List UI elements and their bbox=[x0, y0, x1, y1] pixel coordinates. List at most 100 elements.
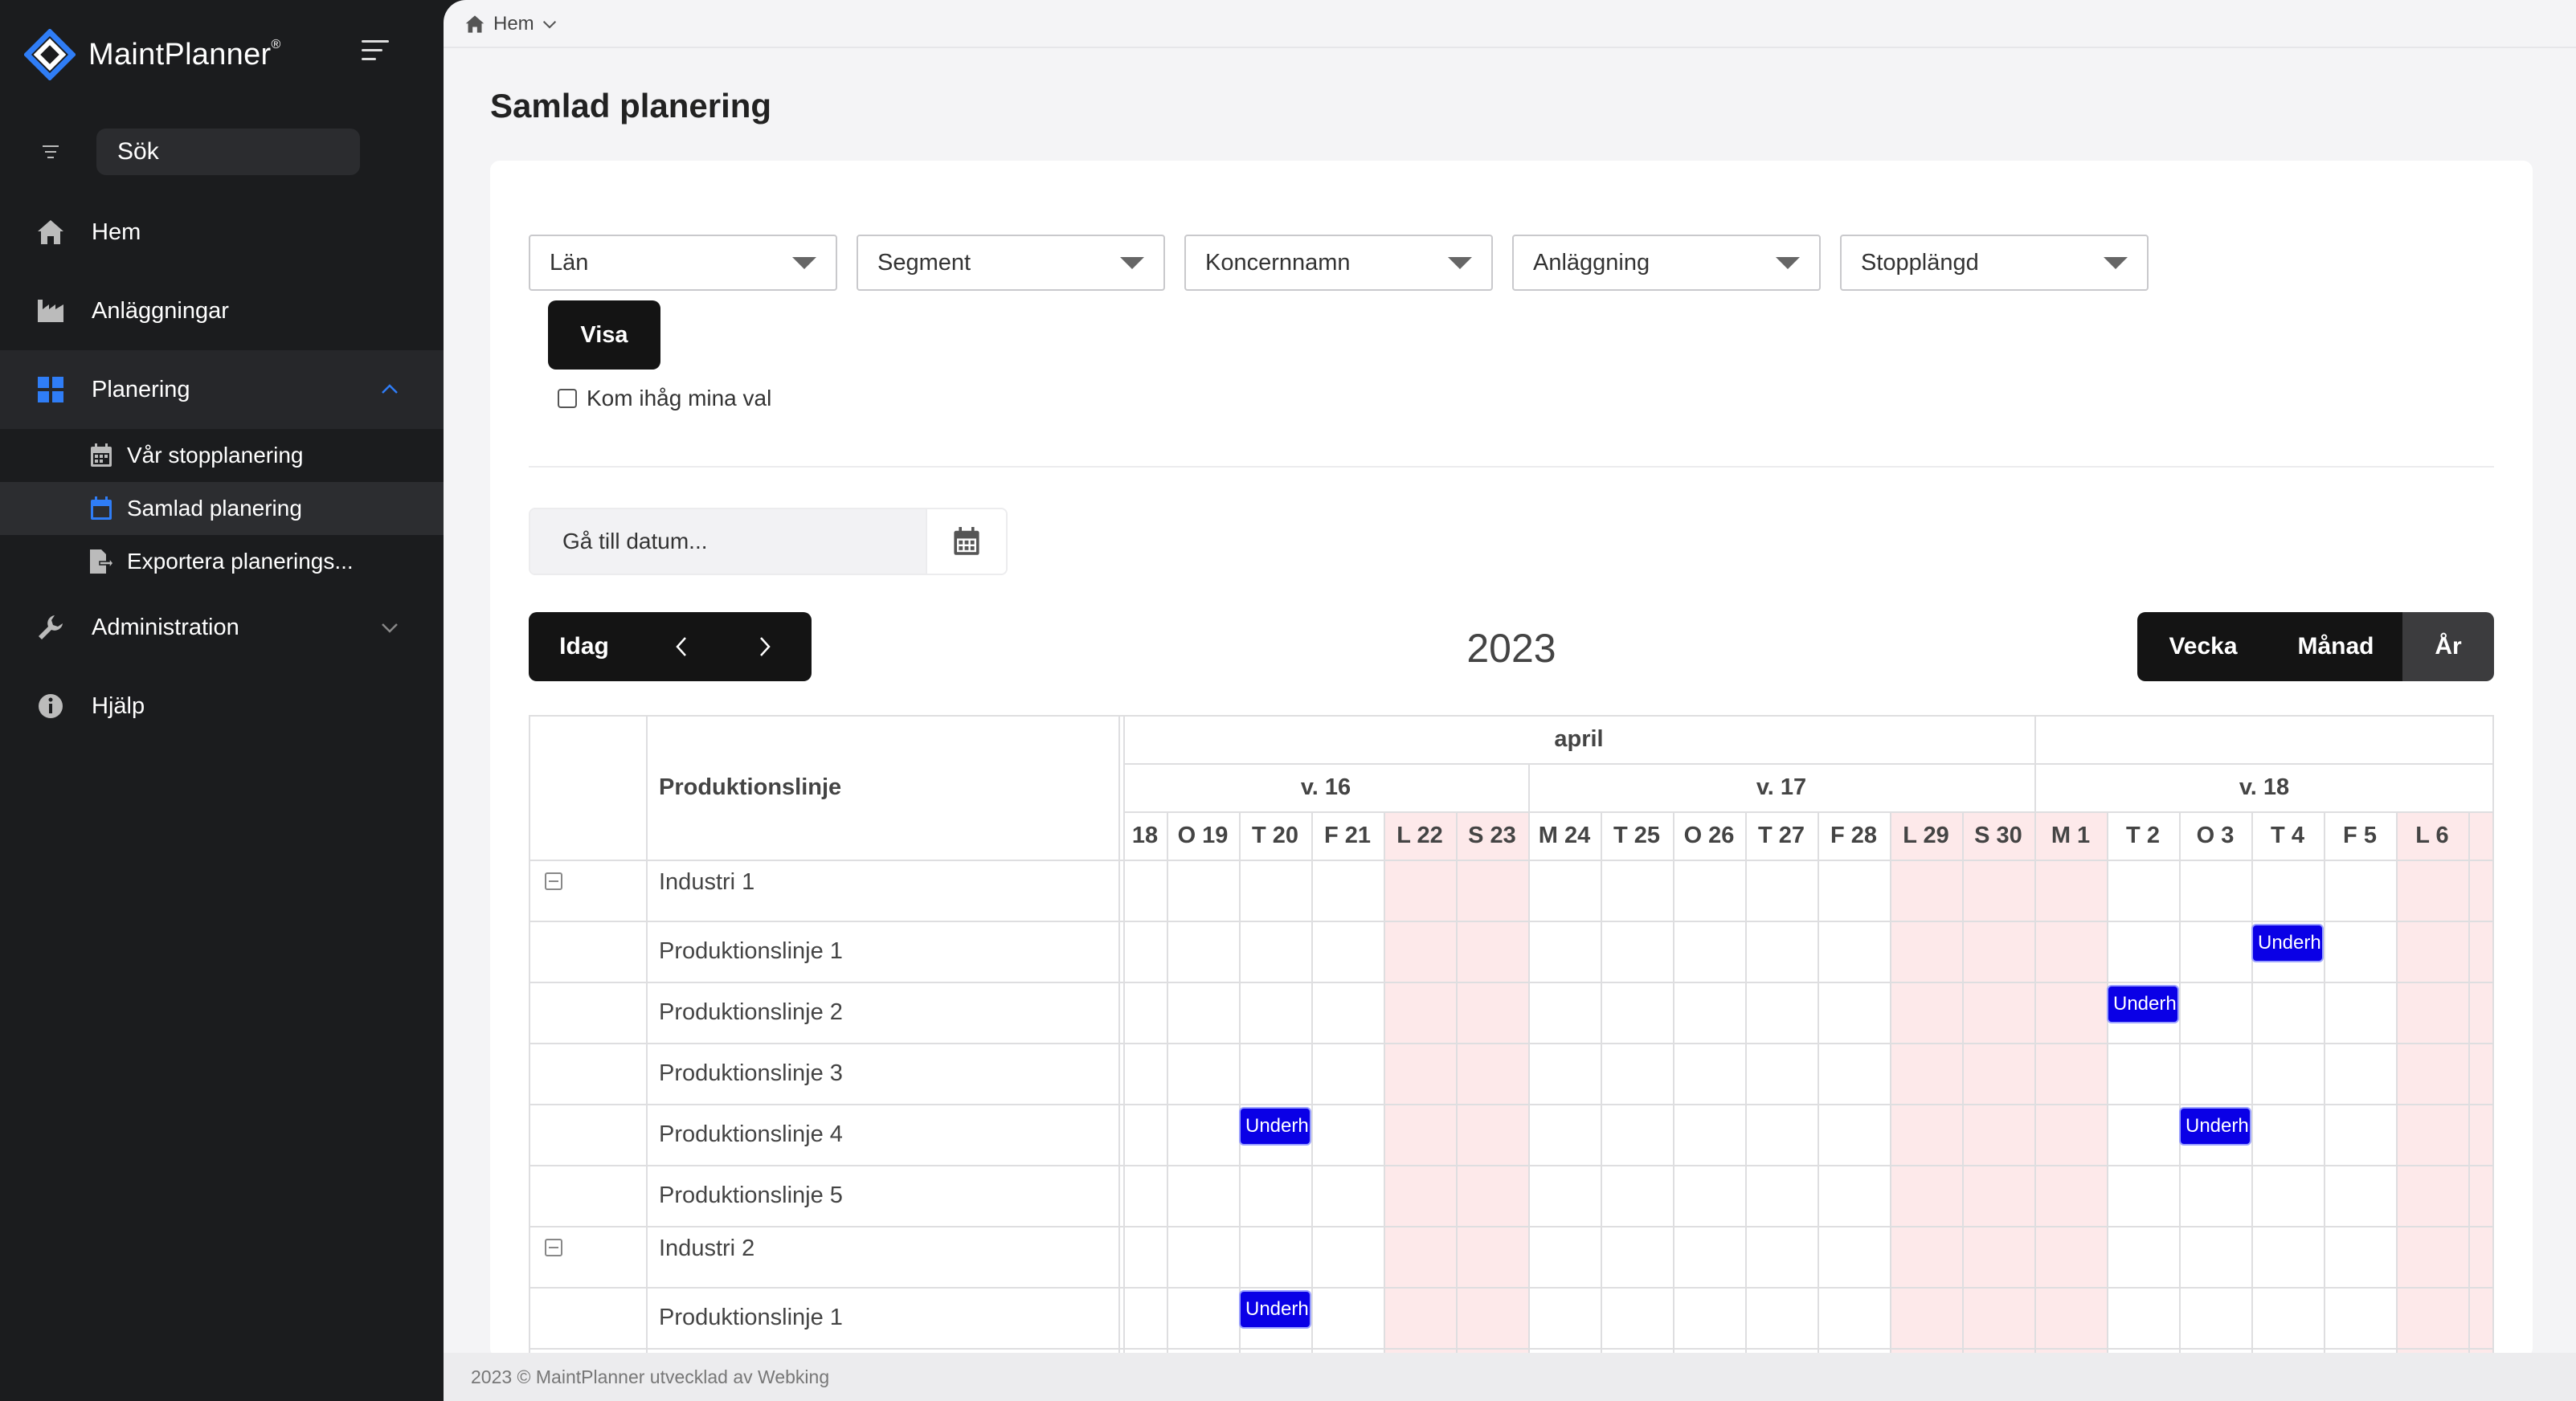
sidebar-item-planering[interactable]: Planering bbox=[0, 350, 444, 429]
weekend-column bbox=[2396, 811, 2468, 1358]
segment-select[interactable]: Segment bbox=[857, 235, 1165, 291]
event-block[interactable]: Underh bbox=[1241, 1109, 1310, 1144]
grid-line bbox=[646, 715, 648, 1358]
event-block[interactable]: Underh bbox=[2108, 986, 2177, 1022]
calendar-icon bbox=[954, 527, 979, 555]
day-label: O 19 bbox=[1177, 823, 1229, 848]
view-week-button[interactable]: Vecka bbox=[2137, 612, 2269, 681]
day-label: T 25 bbox=[1613, 823, 1661, 848]
grid-line bbox=[2107, 811, 2108, 1358]
group-row-label: Industri 2 bbox=[659, 1236, 755, 1261]
day-label: F 28 bbox=[1830, 823, 1878, 848]
day-label: O 26 bbox=[1683, 823, 1735, 848]
weekend-column bbox=[1384, 811, 1456, 1358]
remember-choices[interactable]: Kom ihåg mina val bbox=[558, 386, 771, 411]
brand[interactable]: MaintPlanner® bbox=[24, 29, 281, 80]
remember-checkbox[interactable] bbox=[558, 389, 577, 408]
week-label: v. 18 bbox=[2239, 774, 2290, 800]
day-label: L 29 bbox=[1903, 823, 1949, 848]
sidebar-subitem-label: Exportera planerings... bbox=[127, 549, 354, 574]
anlaggning-select[interactable]: Anläggning bbox=[1512, 235, 1821, 291]
chevron-up-icon bbox=[382, 384, 398, 394]
sidebar-item-label: Hem bbox=[92, 219, 141, 245]
sidebar-item-anlaggningar[interactable]: Anläggningar bbox=[0, 272, 444, 350]
search-input[interactable] bbox=[96, 129, 360, 175]
brand-name: MaintPlanner® bbox=[88, 37, 281, 71]
day-label: S 23 bbox=[1468, 823, 1516, 848]
grid-line bbox=[529, 715, 2494, 717]
sidebar-toggle-icon[interactable] bbox=[362, 40, 394, 69]
event-block[interactable]: Underh bbox=[2253, 925, 2322, 961]
collapse-icon[interactable] bbox=[545, 872, 562, 890]
visa-button[interactable]: Visa bbox=[548, 300, 660, 370]
grid-line bbox=[1167, 811, 1168, 1358]
lan-select[interactable]: Län bbox=[529, 235, 837, 291]
event-block[interactable]: Underh bbox=[2181, 1109, 2250, 1144]
event-block[interactable]: Underh bbox=[1241, 1292, 1310, 1327]
select-label: Segment bbox=[877, 249, 971, 276]
sidebar-subitem-exportera[interactable]: Exportera planerings... bbox=[0, 535, 444, 588]
calendar-icon bbox=[88, 496, 114, 521]
koncernnamn-select[interactable]: Koncernnamn bbox=[1184, 235, 1493, 291]
calendar-button[interactable] bbox=[926, 509, 1006, 574]
sidebar-subitem-samlad-planering[interactable]: Samlad planering bbox=[0, 482, 444, 535]
schedule-grid: v. 16 v. 17 v. 18 april 18 O 19 T 20 F 21 L 22 S … bbox=[529, 715, 2494, 1358]
sidebar-item-label: Hjälp bbox=[92, 692, 145, 719]
caret-down-icon bbox=[1448, 256, 1472, 269]
view-month-button[interactable]: Månad bbox=[2269, 612, 2402, 681]
row-label: Produktionslinje 1 bbox=[659, 1305, 843, 1330]
sidebar: MaintPlanner® Hem Anläggningar Planering bbox=[0, 0, 444, 1401]
chevron-down-icon bbox=[542, 21, 556, 29]
day-label: L 22 bbox=[1396, 823, 1443, 848]
breadcrumb-divider bbox=[444, 47, 2576, 48]
breadcrumb-label: Hem bbox=[493, 13, 534, 35]
row-label: Produktionslinje 5 bbox=[659, 1182, 843, 1208]
select-label: Koncernnamn bbox=[1205, 249, 1351, 276]
day-label: M 24 bbox=[1538, 823, 1591, 848]
filter-icon[interactable] bbox=[39, 140, 63, 164]
sidebar-subitem-label: Vår stopplanering bbox=[127, 443, 304, 468]
sidebar-item-hjalp[interactable]: Hjälp bbox=[0, 667, 444, 745]
grid-line bbox=[529, 921, 2494, 922]
day-label: S bbox=[2468, 823, 2494, 849]
grid-line bbox=[2492, 715, 2494, 1358]
grid-line bbox=[2179, 811, 2181, 1358]
row-label: Produktionslinje 2 bbox=[659, 999, 843, 1025]
sidebar-item-administration[interactable]: Administration bbox=[0, 588, 444, 667]
stopplangd-select[interactable]: Stopplängd bbox=[1840, 235, 2149, 291]
grid-line bbox=[2251, 811, 2253, 1358]
goto-date-input[interactable] bbox=[530, 509, 926, 574]
grid-line bbox=[529, 1287, 2494, 1289]
sidebar-item-hem[interactable]: Hem bbox=[0, 193, 444, 272]
grid-line bbox=[529, 1348, 2494, 1350]
breadcrumb[interactable]: Hem bbox=[464, 10, 557, 39]
grid-line bbox=[529, 1104, 2494, 1105]
row-label: Produktionslinje 3 bbox=[659, 1060, 843, 1086]
section-divider bbox=[529, 466, 2494, 468]
day-label: L 6 bbox=[2415, 823, 2449, 848]
sidebar-item-label: Anläggningar bbox=[92, 297, 229, 324]
home-icon bbox=[465, 15, 485, 33]
day-label: T 27 bbox=[1757, 823, 1805, 848]
grid-line bbox=[529, 860, 2494, 861]
planning-card: Län Segment Koncernnamn Anläggning Stopp… bbox=[490, 161, 2533, 1358]
day-label: S 30 bbox=[1974, 823, 2022, 848]
grid-line bbox=[1745, 811, 1747, 1358]
collapse-icon[interactable] bbox=[545, 1239, 562, 1256]
view-year-button[interactable]: År bbox=[2402, 612, 2494, 681]
wrench-icon bbox=[35, 612, 66, 643]
chevron-down-icon bbox=[382, 623, 398, 633]
grid-line bbox=[1123, 763, 2494, 765]
sidebar-item-label: Administration bbox=[92, 614, 239, 640]
grid-line bbox=[1118, 715, 1120, 1358]
grid-line bbox=[1673, 811, 1674, 1358]
view-switcher: Vecka Månad År bbox=[2137, 612, 2494, 681]
grid-line bbox=[1311, 811, 1313, 1358]
group-row-label: Industri 1 bbox=[659, 869, 755, 895]
grid-line bbox=[1962, 811, 1964, 1358]
grid-line bbox=[1123, 811, 2494, 813]
caret-down-icon bbox=[1776, 256, 1800, 269]
grid-line bbox=[2034, 811, 2036, 1358]
column-header-produktionslinje: Produktionslinje bbox=[659, 774, 842, 800]
sidebar-subitem-var-stopplanering[interactable]: Vår stopplanering bbox=[0, 429, 444, 482]
